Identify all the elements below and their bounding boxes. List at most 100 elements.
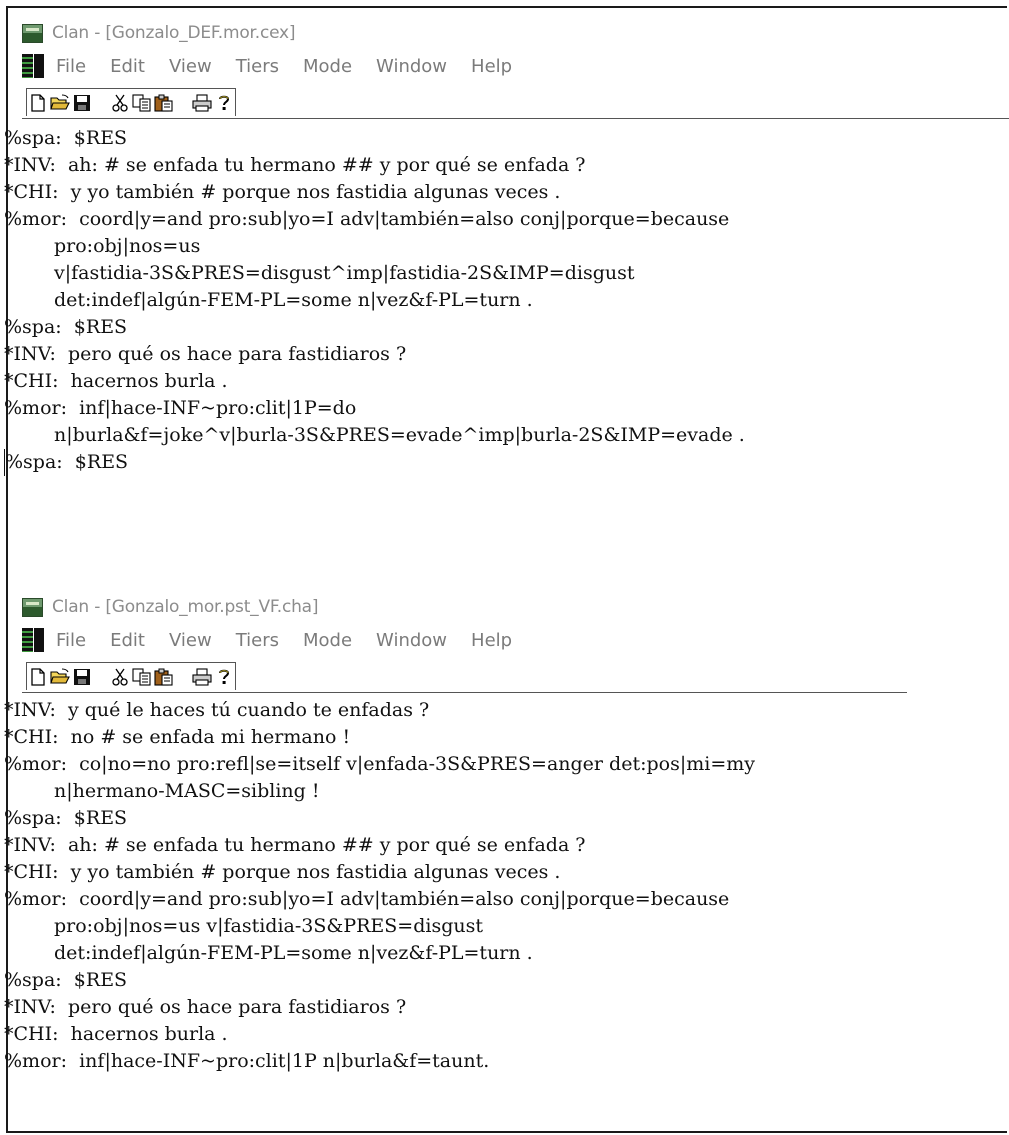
transcript-line: *INV: ah: # se enfada tu hermano ## y po…	[4, 832, 1009, 859]
cut-icon[interactable]	[109, 91, 131, 115]
transcript-line: *INV: pero qué os hace para fastidiaros …	[4, 994, 1009, 1021]
title-bar: Clan - [Gonzalo_DEF.mor.cex]	[22, 18, 1009, 48]
tier-gap	[67, 206, 79, 233]
transcript-line: *INV: y qué le haces tú cuando te enfada…	[4, 697, 1009, 724]
help-icon[interactable]	[213, 665, 235, 689]
utterance-text: $RES	[73, 807, 128, 829]
tier-gap	[62, 314, 74, 341]
open-folder-icon[interactable]	[49, 91, 71, 115]
continuation-line: det:indef|algún-FEM-PL=some n|vez&f-PL=t…	[54, 289, 533, 311]
menu-file[interactable]: File	[56, 56, 86, 77]
tier-code: *CHI:	[4, 1023, 59, 1045]
utterance-text: no # se enfada mi hermano !	[70, 726, 351, 748]
continuation-line: n|burla&f=joke^v|burla-3S&PRES=evade^imp…	[54, 424, 745, 446]
tier-gap	[67, 751, 79, 778]
menu-window[interactable]: Window	[376, 630, 447, 651]
tier-code: *CHI:	[4, 861, 59, 883]
tier-gap	[67, 886, 79, 913]
tier-code: %spa:	[4, 127, 62, 149]
print-icon[interactable]	[191, 91, 213, 115]
cut-icon[interactable]	[109, 665, 131, 689]
tier-gap	[62, 125, 74, 152]
paste-icon[interactable]	[153, 91, 175, 115]
utterance-text: co|no=no pro:refl|se=itself v|enfada-3S&…	[79, 753, 755, 775]
tier-gap	[59, 1021, 71, 1048]
menu-view[interactable]: View	[169, 56, 212, 77]
utterance-text: $RES	[74, 451, 129, 473]
copy-icon[interactable]	[131, 91, 153, 115]
copy-icon[interactable]	[131, 665, 153, 689]
title-bar: Clan - [Gonzalo_mor.pst_VF.cha]	[22, 592, 1009, 622]
tier-gap	[59, 368, 71, 395]
transcript-line: *CHI: y yo también # porque nos fastidia…	[4, 179, 1009, 206]
menu-view[interactable]: View	[169, 630, 212, 651]
tier-gap	[59, 724, 71, 751]
utterance-text: coord|y=and pro:sub|yo=I adv|también=als…	[79, 888, 730, 910]
transcript-content[interactable]: %spa: $RES *INV: ah: # se enfada tu herma…	[4, 125, 1009, 476]
tier-gap	[63, 449, 75, 476]
transcript-line: *CHI: hacernos burla .	[4, 1021, 1009, 1048]
menu-help[interactable]: Help	[471, 630, 512, 651]
toolbar	[26, 662, 236, 690]
utterance-text: inf|hace-INF~pro:clit|1P=do	[79, 397, 357, 419]
tier-code: *CHI:	[4, 726, 59, 748]
menu-tiers[interactable]: Tiers	[236, 56, 279, 77]
menu-mode[interactable]: Mode	[303, 56, 352, 77]
tier-code: *INV:	[4, 834, 56, 856]
menu-tiers[interactable]: Tiers	[236, 630, 279, 651]
menu-bar: File Edit View Tiers Mode Window Help	[22, 622, 1009, 658]
utterance-text: pero qué os hace para fastidiaros ?	[67, 343, 407, 365]
toolbar-row	[22, 84, 1009, 119]
paste-icon[interactable]	[153, 665, 175, 689]
tier-gap	[56, 152, 68, 179]
tier-gap	[59, 859, 71, 886]
transcript-content[interactable]: *INV: y qué le haces tú cuando te enfada…	[4, 697, 1009, 1075]
transcript-line: %spa: $RES	[4, 805, 1009, 832]
toolbar	[26, 88, 236, 116]
menu-mode[interactable]: Mode	[303, 630, 352, 651]
utterance-text: y yo también # porque nos fastidia algun…	[70, 181, 561, 203]
tier-gap	[56, 341, 68, 368]
utterance-text: ah: # se enfada tu hermano ## y por qué …	[67, 154, 586, 176]
document-menu-icon[interactable]	[22, 52, 44, 80]
menu-file[interactable]: File	[56, 630, 86, 651]
print-icon[interactable]	[191, 665, 213, 689]
menu-help[interactable]: Help	[471, 56, 512, 77]
utterance-text: $RES	[73, 127, 128, 149]
tier-gap	[56, 994, 68, 1021]
tier-code: %spa:	[4, 807, 62, 829]
tier-code: *INV:	[4, 699, 56, 721]
utterance-text: y yo también # porque nos fastidia algun…	[70, 861, 561, 883]
open-folder-icon[interactable]	[49, 665, 71, 689]
new-file-icon[interactable]	[27, 91, 49, 115]
tier-gap	[59, 179, 71, 206]
tier-code: %spa:	[4, 969, 62, 991]
transcript-line: %spa: $RES	[4, 314, 1009, 341]
help-icon[interactable]	[213, 91, 235, 115]
tier-code: *INV:	[4, 343, 56, 365]
window-title: Clan - [Gonzalo_DEF.mor.cex]	[52, 23, 296, 43]
clan-app-icon	[22, 597, 43, 617]
tier-gap	[67, 1048, 79, 1075]
transcript-line: %mor: inf|hace-INF~pro:clit|1P=do	[4, 395, 1009, 422]
menu-edit[interactable]: Edit	[110, 56, 145, 77]
tier-code: *INV:	[4, 154, 56, 176]
toolbar-row	[22, 658, 907, 693]
clan-window-1: Clan - [Gonzalo_DEF.mor.cex] File Edit V…	[4, 18, 1009, 476]
transcript-line: %mor: coord|y=and pro:sub|yo=I adv|tambi…	[4, 886, 1009, 913]
continuation-line: v|fastidia-3S&PRES=disgust^imp|fastidia-…	[54, 262, 635, 284]
menu-edit[interactable]: Edit	[110, 630, 145, 651]
save-icon[interactable]	[71, 665, 93, 689]
transcript-line: %spa: $RES	[4, 125, 1009, 152]
save-icon[interactable]	[71, 91, 93, 115]
utterance-text: hacernos burla .	[70, 1023, 228, 1045]
document-menu-icon[interactable]	[22, 626, 44, 654]
tier-code: %mor:	[4, 753, 67, 775]
tier-gap	[56, 697, 68, 724]
continuation-line: pro:obj|nos=us v|fastidia-3S&PRES=disgus…	[54, 915, 483, 937]
clan-window-2: Clan - [Gonzalo_mor.pst_VF.cha] File Edi…	[4, 592, 1009, 1075]
transcript-line: *CHI: no # se enfada mi hermano !	[4, 724, 1009, 751]
menu-window[interactable]: Window	[376, 56, 447, 77]
transcript-line: %mor: coord|y=and pro:sub|yo=I adv|tambi…	[4, 206, 1009, 233]
new-file-icon[interactable]	[27, 665, 49, 689]
